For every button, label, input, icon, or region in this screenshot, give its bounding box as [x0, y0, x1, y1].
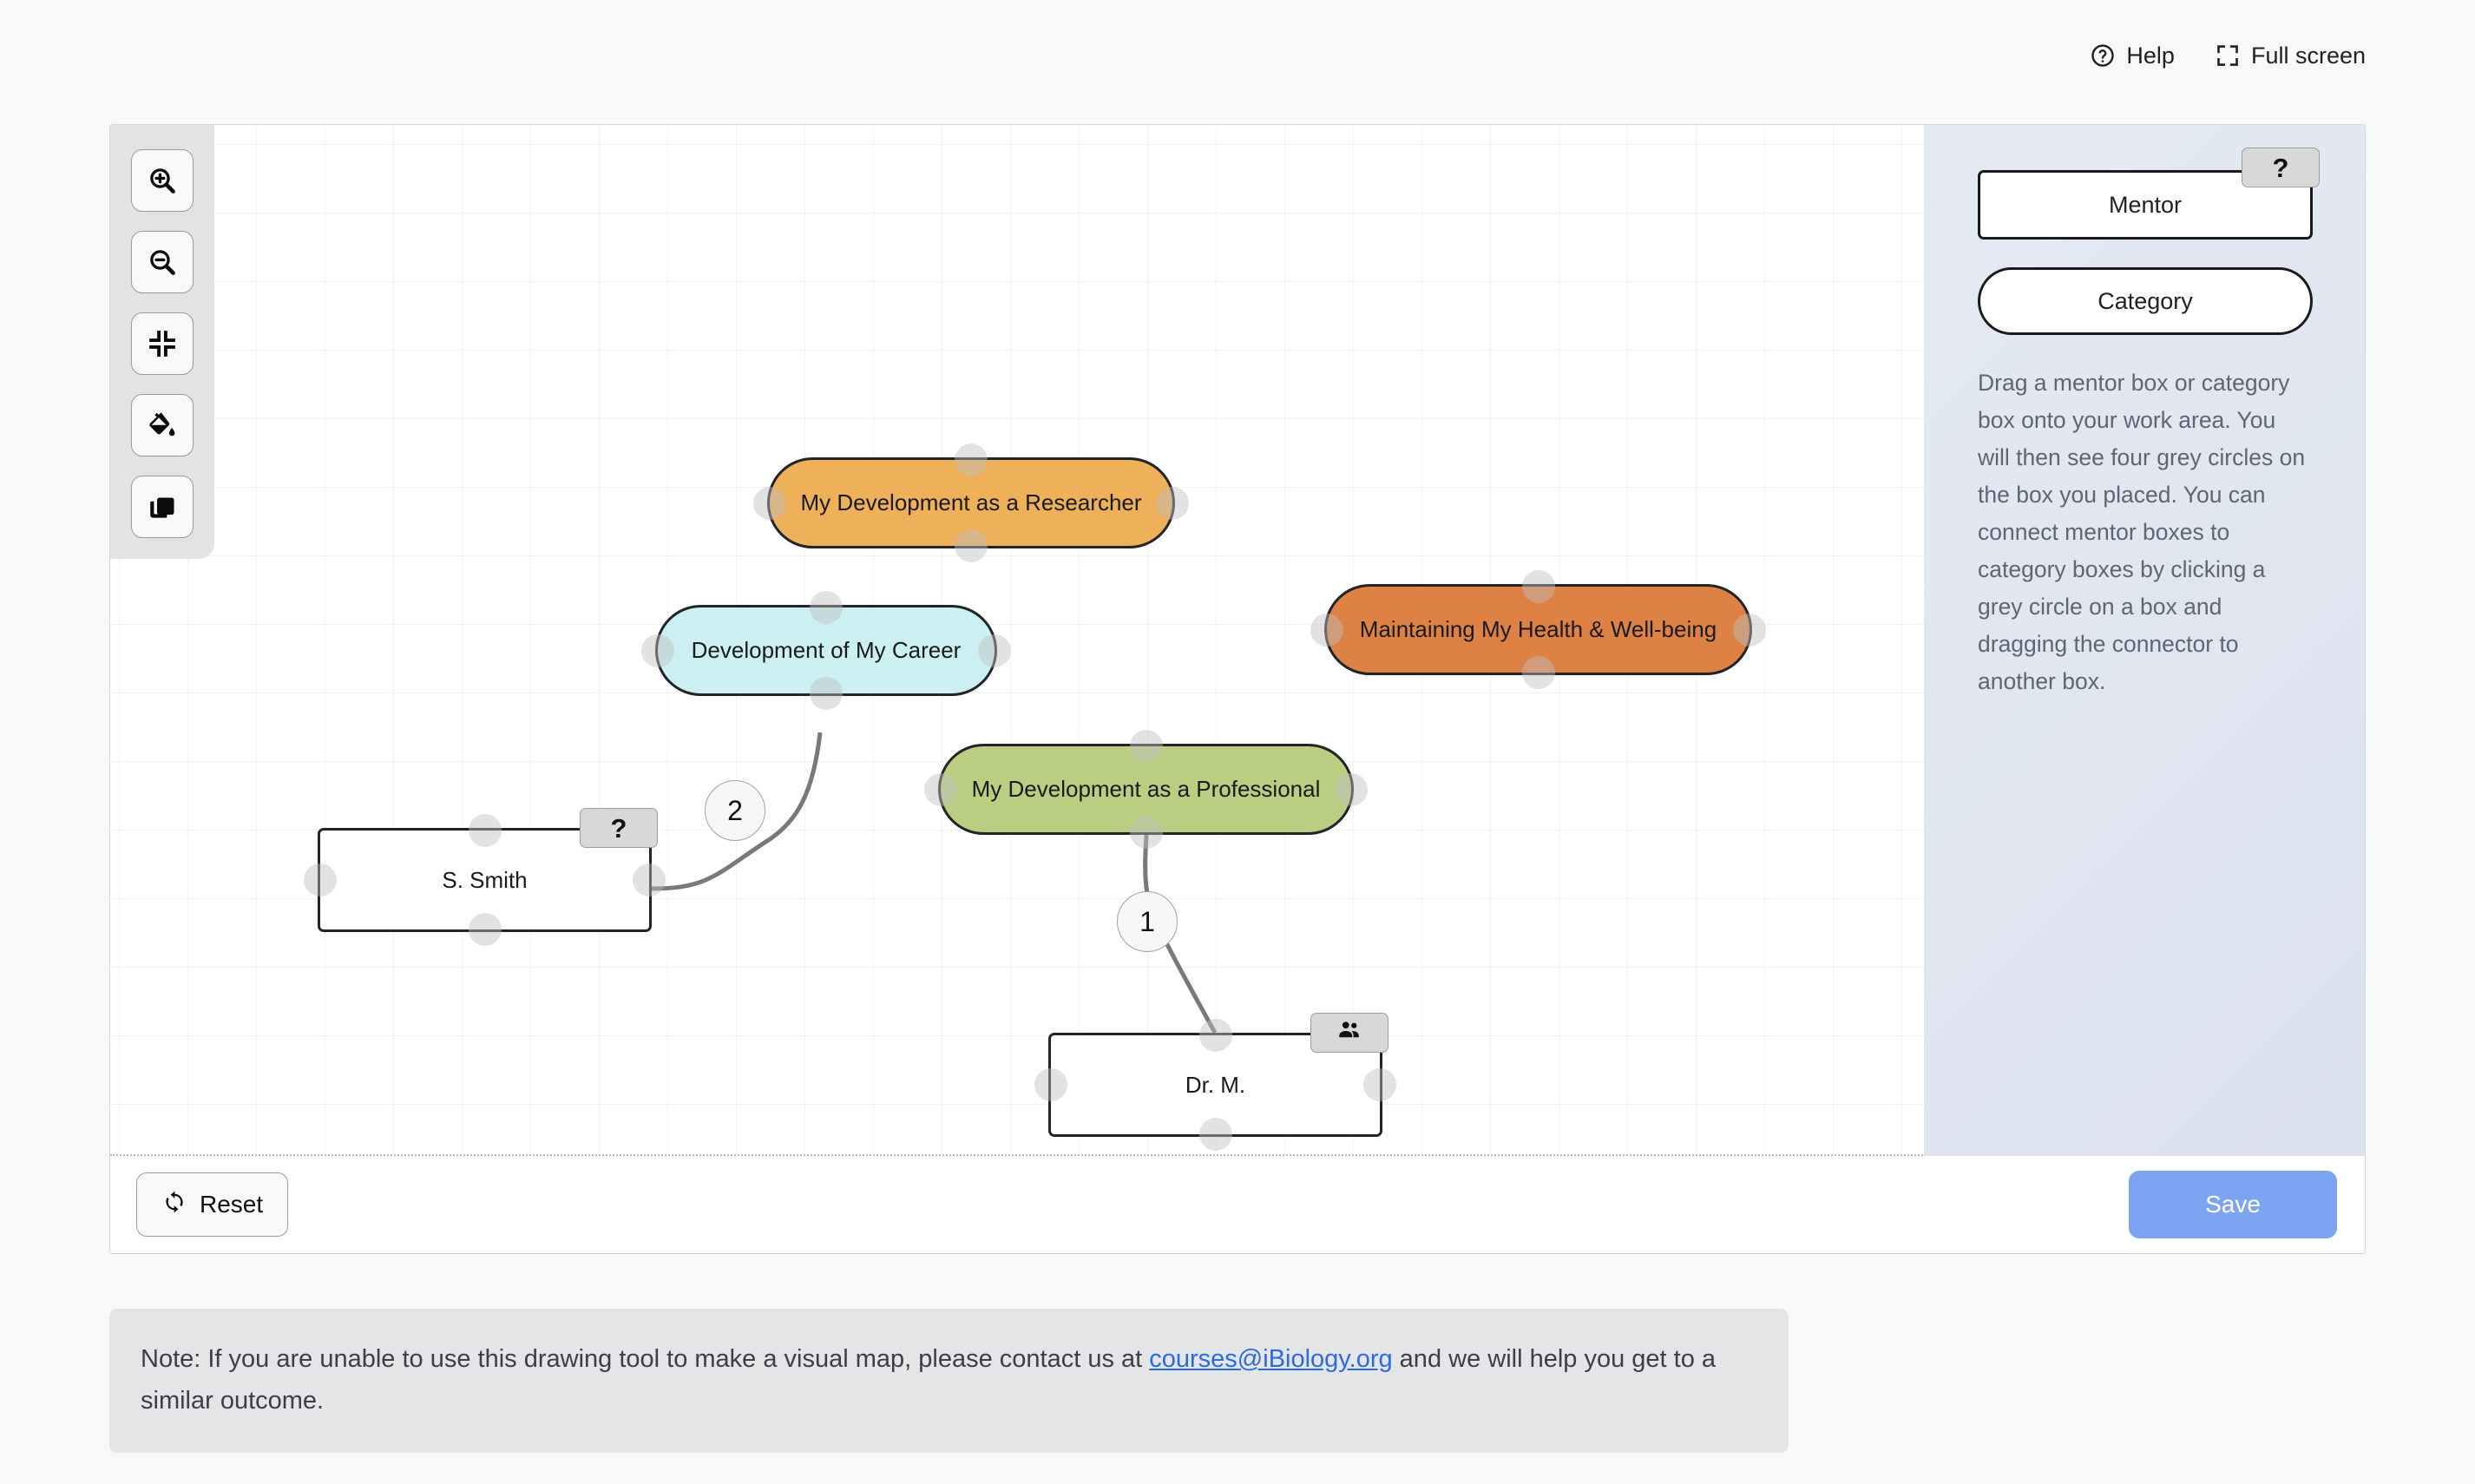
paint-bucket-icon: [147, 410, 178, 441]
node-badge-people-group-icon[interactable]: [1310, 1013, 1388, 1053]
reset-button[interactable]: Reset: [136, 1172, 289, 1237]
drawing-tool-card: My Development as a Researcher Developmen…: [109, 124, 2366, 1254]
connector-handle-left[interactable]: [753, 486, 786, 520]
canvas-area[interactable]: My Development as a Researcher Developmen…: [110, 125, 2365, 1156]
palette-category-label: Category: [2098, 287, 2193, 314]
connector-handle-left[interactable]: [304, 863, 337, 896]
connector-handle-right[interactable]: [1363, 1068, 1396, 1101]
help-button[interactable]: Help: [2090, 43, 2175, 69]
palette-instructions: Drag a mentor box or category box onto y…: [1978, 370, 2306, 694]
fullscreen-button[interactable]: Full screen: [2215, 43, 2366, 69]
fit-to-screen-button[interactable]: [131, 312, 194, 375]
expand-icon: [2215, 43, 2241, 69]
card-footer: Reset Save: [110, 1154, 2365, 1253]
connector-handle-left[interactable]: [641, 634, 674, 667]
connector-handle-bottom[interactable]: [1129, 816, 1163, 849]
connector-handle-right[interactable]: [1156, 486, 1189, 520]
node-health[interactable]: Maintaining My Health & Well-being: [1310, 570, 1766, 689]
connector-handle-bottom[interactable]: [468, 913, 502, 946]
question-mark-icon: ?: [610, 812, 627, 844]
connector-handle-top[interactable]: [955, 443, 988, 476]
node-label: My Development as a Professional: [971, 776, 1321, 802]
connector-handle-right[interactable]: [633, 863, 666, 896]
top-bar: Help Full screen: [0, 0, 2475, 111]
connector-handle-left[interactable]: [1310, 613, 1343, 647]
connector-handle-bottom[interactable]: [1198, 1118, 1232, 1151]
palette-category-box[interactable]: Category: [1978, 267, 2313, 335]
layers-icon: [147, 491, 178, 522]
connector-handle-top[interactable]: [810, 591, 843, 624]
question-circle-icon: [2090, 43, 2116, 69]
reset-label: Reset: [200, 1191, 264, 1218]
palette-category-wrap: Category: [1978, 267, 2313, 335]
node-label: Development of My Career: [691, 637, 962, 663]
edge-label-1[interactable]: 1: [1117, 891, 1178, 952]
save-button[interactable]: Save: [2129, 1171, 2337, 1238]
palette-mentor-wrap: Mentor ?: [1978, 148, 2320, 240]
note-prefix: Note: If you are unable to use this draw…: [141, 1345, 1150, 1373]
node-drm[interactable]: Dr. M.: [1034, 1013, 1396, 1151]
fill-color-button[interactable]: [131, 394, 194, 456]
connector-handle-bottom[interactable]: [1521, 656, 1555, 689]
contact-email-link[interactable]: courses@iBiology.org: [1149, 1345, 1392, 1373]
connector-handle-top[interactable]: [1198, 1019, 1232, 1052]
connector-handle-bottom[interactable]: [810, 677, 843, 710]
people-group-icon: [1335, 1017, 1364, 1049]
duplicate-button[interactable]: [131, 476, 194, 538]
node-researcher[interactable]: My Development as a Researcher: [753, 443, 1189, 562]
zoom-in-icon: [147, 165, 178, 196]
zoom-out-button[interactable]: [131, 231, 194, 293]
zoom-out-icon: [147, 246, 178, 278]
palette-mentor-label: Mentor: [2108, 191, 2183, 218]
node-professional[interactable]: My Development as a Professional: [924, 730, 1368, 849]
canvas-toolbar: [110, 125, 214, 559]
node-label: My Development as a Researcher: [800, 489, 1142, 515]
connector-handle-bottom[interactable]: [955, 529, 988, 562]
edge-label-2[interactable]: 2: [705, 780, 765, 841]
node-label: Dr. M.: [1185, 1071, 1246, 1098]
fullscreen-label: Full screen: [2250, 42, 2366, 69]
refresh-icon: [161, 1189, 187, 1221]
fit-screen-icon: [147, 328, 178, 359]
connector-handle-top[interactable]: [1521, 570, 1555, 603]
node-smith[interactable]: S. Smith?: [304, 808, 666, 946]
node-career[interactable]: Development of My Career: [641, 591, 1011, 710]
note-box: Note: If you are unable to use this draw…: [109, 1309, 1789, 1453]
connector-handle-left[interactable]: [1034, 1068, 1067, 1101]
connector-handle-right[interactable]: [1733, 613, 1766, 647]
zoom-in-button[interactable]: [131, 149, 194, 212]
connector-handle-top[interactable]: [468, 814, 502, 847]
connector-handle-left[interactable]: [924, 772, 957, 806]
node-label: Maintaining My Health & Well-being: [1359, 616, 1717, 642]
connector-handle-right[interactable]: [978, 634, 1011, 667]
connector-handle-top[interactable]: [1129, 730, 1163, 763]
node-badge-question-mark-icon[interactable]: ?: [580, 808, 658, 848]
question-mark-icon: ?: [2272, 152, 2289, 183]
node-label: S. Smith: [442, 866, 528, 893]
help-label: Help: [2126, 42, 2175, 69]
connector-handle-right[interactable]: [1335, 772, 1368, 806]
mentor-question-badge[interactable]: ?: [2242, 148, 2320, 187]
palette-sidebar: Mentor ? Category Drag a mentor box or c…: [1924, 125, 2365, 1156]
